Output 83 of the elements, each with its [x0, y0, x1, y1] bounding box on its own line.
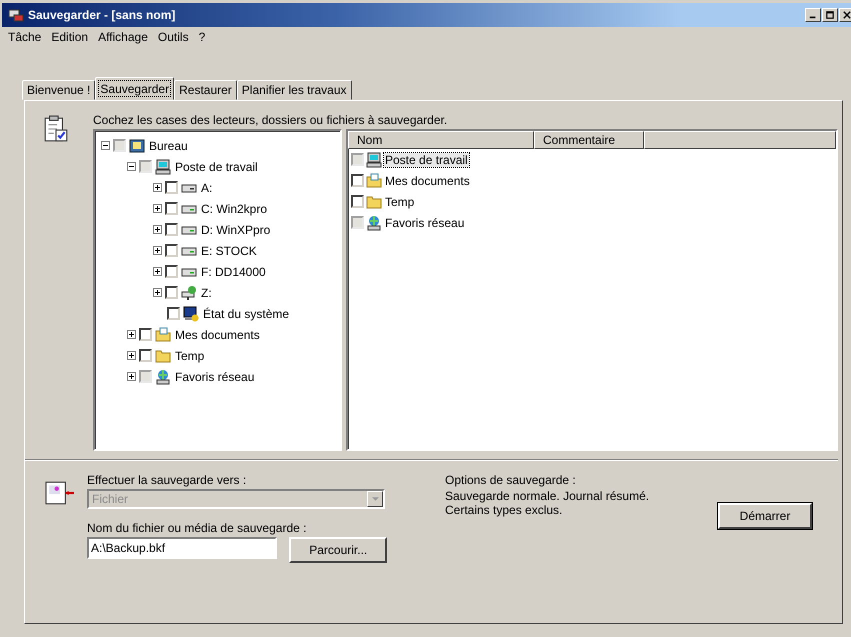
expand-toggle[interactable]: [127, 330, 136, 339]
folder-icon: [155, 348, 171, 364]
expand-toggle[interactable]: [127, 351, 136, 360]
list-item[interactable]: Favoris réseau: [384, 216, 466, 230]
checkbox[interactable]: [139, 370, 152, 383]
checkbox[interactable]: [139, 349, 152, 362]
expand-toggle[interactable]: [153, 183, 162, 192]
menu-item[interactable]: ?: [198, 30, 206, 46]
tree-item[interactable]: E: STOCK: [200, 244, 258, 258]
tree-item[interactable]: Temp: [174, 348, 206, 362]
checkbox[interactable]: [351, 216, 364, 229]
network-drive-icon: [181, 284, 197, 300]
checkbox[interactable]: [165, 244, 178, 257]
backup-app-icon: [8, 7, 24, 23]
expand-toggle[interactable]: [153, 267, 162, 276]
menu-item[interactable]: Tâche: [8, 30, 42, 46]
expand-toggle[interactable]: [153, 225, 162, 234]
desktop-icon: [129, 138, 145, 154]
checkbox[interactable]: [351, 195, 364, 208]
tree-item[interactable]: Poste de travail: [174, 160, 259, 174]
browse-button[interactable]: Parcourir...: [289, 537, 387, 563]
network-places-icon: [155, 368, 171, 384]
checkbox[interactable]: [351, 153, 364, 166]
backup-destination-icon: [43, 479, 77, 507]
tree-item[interactable]: Z:: [200, 286, 213, 300]
tree-item[interactable]: F: DD14000: [200, 264, 267, 278]
maximize-button[interactable]: [822, 8, 838, 22]
tree-item[interactable]: C: Win2kpro: [200, 202, 268, 216]
column-header[interactable]: Commentaire: [534, 131, 644, 149]
computer-icon: [366, 152, 382, 168]
list-item[interactable]: Poste de travail: [384, 152, 469, 166]
menu-item[interactable]: Outils: [158, 30, 189, 46]
checkbox[interactable]: [165, 265, 178, 278]
menu-item[interactable]: Affichage: [98, 30, 148, 46]
tree-item[interactable]: Bureau: [148, 138, 189, 152]
column-header[interactable]: Nom: [348, 131, 534, 149]
expand-toggle[interactable]: [127, 372, 136, 381]
window-title: Sauvegarder - [sans nom]: [28, 8, 176, 22]
close-icon: [843, 11, 851, 19]
list-item[interactable]: Mes documents: [384, 174, 471, 188]
checkbox[interactable]: [113, 139, 126, 152]
checkbox[interactable]: [165, 202, 178, 215]
tree-item[interactable]: A:: [200, 180, 214, 194]
maximize-icon: [826, 11, 834, 19]
destination-label: Effectuer la sauvegarde vers :: [87, 473, 248, 487]
expand-toggle[interactable]: [153, 288, 162, 297]
tab[interactable]: Sauvegarder: [95, 77, 174, 100]
checkbox[interactable]: [165, 223, 178, 236]
options-title: Options de sauvegarde :: [445, 473, 577, 487]
tab[interactable]: Bienvenue !: [22, 80, 96, 100]
start-button[interactable]: Démarrer: [718, 503, 812, 529]
dropdown-arrow-icon: [372, 497, 378, 501]
computer-icon: [155, 158, 171, 174]
list-item[interactable]: Temp: [384, 194, 416, 208]
minimize-button[interactable]: [805, 8, 821, 22]
collapse-toggle[interactable]: [127, 162, 136, 171]
checkbox[interactable]: [165, 181, 178, 194]
instruction-text: Cochez les cases des lecteurs, dossiers ou fichiers à sauvegarder.: [93, 113, 448, 127]
tree-item[interactable]: Mes documents: [174, 328, 261, 342]
tab[interactable]: Restaurer: [174, 80, 237, 100]
system-state-icon: [183, 306, 199, 322]
checkbox[interactable]: [167, 307, 180, 320]
collapse-toggle[interactable]: [101, 141, 110, 150]
menu-item[interactable]: Edition: [51, 30, 88, 46]
tab[interactable]: Planifier les travaux: [236, 80, 352, 100]
checkbox[interactable]: [139, 328, 152, 341]
expand-toggle[interactable]: [153, 246, 162, 255]
checklist-icon: [43, 115, 69, 143]
checkbox[interactable]: [351, 174, 364, 187]
documents-folder-icon: [366, 172, 382, 188]
media-input-field[interactable]: A:\Backup.bkf: [87, 537, 278, 559]
tree-item[interactable]: D: WinXPpro: [200, 222, 272, 236]
media-label: Nom du fichier ou média de sauvegarde :: [87, 521, 308, 535]
checkbox[interactable]: [139, 160, 152, 173]
tree-item[interactable]: Favoris réseau: [174, 370, 256, 384]
tree-item[interactable]: État du système: [202, 306, 290, 320]
documents-folder-icon: [155, 326, 171, 342]
network-places-icon: [366, 214, 382, 230]
expand-toggle[interactable]: [153, 204, 162, 213]
folder-icon: [366, 194, 382, 210]
options-summary: Sauvegarde normale. Journal résumé. Certains types exclus.: [445, 489, 650, 517]
close-button[interactable]: [839, 8, 851, 22]
checkbox[interactable]: [165, 286, 178, 299]
